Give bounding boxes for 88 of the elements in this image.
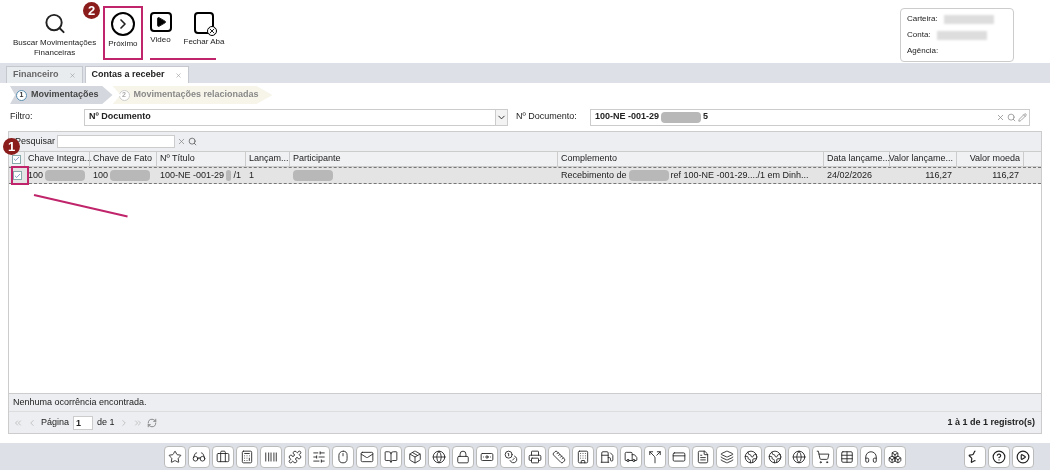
next-icon [110,12,135,36]
blurred-text [936,30,987,40]
layers-icon[interactable] [716,445,738,468]
cell-text: 1 [249,168,254,182]
headset-icon[interactable] [860,445,882,468]
mail-icon[interactable] [356,445,378,468]
globe-icon[interactable] [788,445,810,468]
column-header[interactable]: Participante [290,152,558,166]
package-icon[interactable] [404,445,426,468]
close-tab-icon [193,12,214,34]
cell-text: 100-NE -001-29 [595,110,660,124]
globe-icon[interactable] [764,445,786,468]
cell-text: Recebimento de [561,168,627,182]
book-icon[interactable] [380,445,402,468]
globe-icon[interactable] [428,445,450,468]
blurred-text [110,170,151,181]
column-header[interactable]: Chave de Fato [90,152,157,166]
cell-text: 100-NE -001-29 [160,168,225,182]
page-field[interactable]: 1 [73,415,94,430]
cell-text: 5 [703,110,709,124]
annotation-highlight [11,166,29,185]
split-icon[interactable] [644,445,666,468]
cell-text: 24/02/2026 [827,168,873,182]
tab[interactable]: Financeiro [6,66,83,83]
cell-text: ref 100-NE -001-29..../1 em Dinh... [670,168,809,182]
document-icon[interactable] [692,445,714,468]
blurred-text [226,170,232,181]
toolbar-button[interactable]: Próximo [103,6,143,60]
column-header[interactable]: Nº Título [157,152,246,166]
glasses-icon[interactable] [188,445,210,468]
column-header[interactable]: Chave Integra... [25,152,90,166]
printer-icon[interactable] [524,445,546,468]
help-icon[interactable] [988,445,1010,468]
column-header[interactable]: Lançam... [246,152,290,166]
checkbox[interactable] [12,154,21,164]
cart-icon[interactable] [812,445,834,468]
info-label: Agência: [907,45,939,57]
sliders-icon[interactable] [308,445,330,468]
globe-icon[interactable] [740,445,762,468]
building-icon[interactable] [572,445,594,468]
table-row[interactable]: 100 100 100-NE -001-29 /1 1 Recebimento de ref 100-NE -001-29..../1 em Dinh... 24/02/2026 116,27 116,27 [9,167,1041,184]
blurred-text [943,14,994,24]
chevron-down-icon[interactable] [495,109,507,125]
fuel-icon[interactable] [596,445,618,468]
filter-dropdown[interactable]: Nº Documento [84,108,508,126]
puzzle-icon[interactable] [284,445,306,468]
cell-text: 116,27 [925,168,952,182]
column-header[interactable]: Valor lançame... [890,152,957,166]
play-icon[interactable] [1012,445,1034,468]
info-label: Carteira: [907,13,938,25]
document-label: Nº Documento: [516,110,578,124]
card-icon[interactable] [668,445,690,468]
cell-text: /1 [233,168,241,182]
briefcase-icon[interactable] [212,445,234,468]
video-icon [149,12,172,32]
info-label: Conta: [907,29,931,41]
record-summary: 1 à 1 de 1 registro(s) [947,415,1035,429]
column-header[interactable]: Complemento [558,152,824,166]
cell-text: 100 [28,168,44,182]
boxes-icon[interactable] [884,445,906,468]
blurred-text [661,111,702,123]
cell-text: 100 [93,168,109,182]
ruler-icon[interactable] [548,445,570,468]
mouse-icon[interactable] [332,445,354,468]
blurred-text [45,170,85,181]
coins-icon[interactable] [500,445,522,468]
cell-text: 116,27 [992,168,1019,182]
page-count: de 1 [97,415,115,429]
checkbox[interactable] [12,171,22,180]
tab[interactable]: Contas a receber [84,66,189,83]
truck-icon[interactable] [620,445,642,468]
lock-icon[interactable] [452,445,474,468]
table-icon[interactable] [836,445,858,468]
barcode-icon[interactable] [260,445,282,468]
banknote-icon[interactable] [476,445,498,468]
blurred-text [293,170,333,181]
refresh-icon[interactable] [146,417,157,428]
search-icon[interactable] [188,137,198,146]
step-badge: 2 [83,2,101,19]
search-label: Pesquisar [15,134,56,148]
grid-search-field[interactable] [57,135,176,148]
status-text: Nenhuma ocorrência encontrada. [13,395,147,409]
calculator-icon[interactable] [236,445,258,468]
filter-label: Filtro: [10,110,34,124]
column-header[interactable]: Data lançame... [824,152,890,166]
page-label: Página [41,415,70,429]
column-header[interactable]: Valor moeda [957,152,1024,166]
blurred-text [628,170,669,181]
